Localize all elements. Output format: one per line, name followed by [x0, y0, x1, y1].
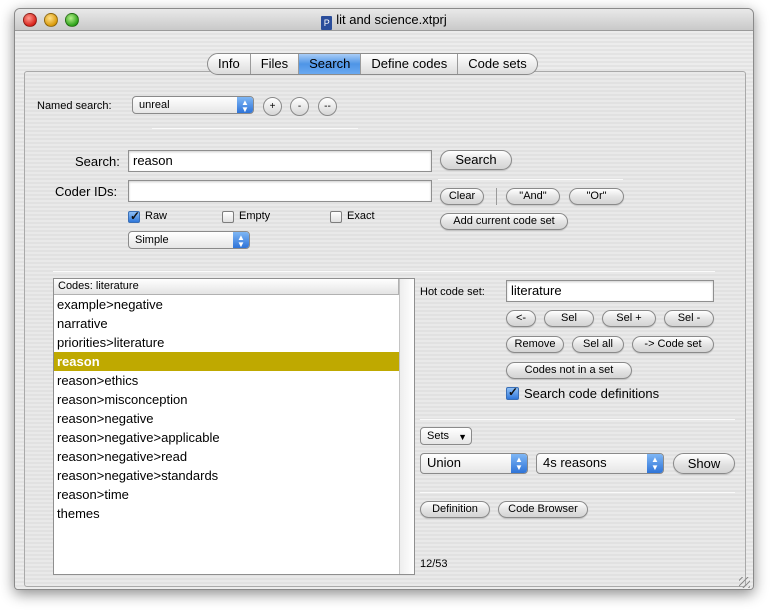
window-title: lit and science.xtprj — [336, 12, 447, 27]
list-item[interactable]: reason>negative>applicable — [54, 428, 399, 447]
window-title-area: Plit and science.xtprj — [15, 12, 753, 30]
popup-arrows-icon: ▲ ▼ — [237, 97, 253, 114]
to-code-set-button[interactable]: -> Code set — [632, 336, 714, 353]
exact-checkbox[interactable] — [330, 211, 342, 223]
clear-named-search-button[interactable]: -- — [318, 97, 337, 116]
remove-named-search-button[interactable]: - — [290, 97, 309, 116]
tab-bar: Info Files Search Define codes Code sets — [207, 53, 538, 75]
list-item[interactable]: reason — [54, 352, 399, 371]
list-item[interactable]: priorities>literature — [54, 333, 399, 352]
named-search-value: unreal — [139, 99, 170, 111]
clear-button[interactable]: Clear — [440, 188, 484, 205]
and-button[interactable]: "And" — [506, 188, 560, 205]
back-button[interactable]: <- — [506, 310, 536, 327]
remove-button[interactable]: Remove — [506, 336, 564, 353]
list-item[interactable]: reason>misconception — [54, 390, 399, 409]
resize-grip-icon[interactable] — [739, 577, 750, 588]
popup-arrows-icon: ▲ ▼ — [233, 232, 249, 249]
divider — [420, 419, 735, 420]
codes-count: 12/53 — [420, 558, 448, 570]
list-item[interactable]: reason>negative — [54, 409, 399, 428]
coder-ids-label: Coder IDs: — [55, 184, 118, 199]
definition-button[interactable]: Definition — [420, 501, 490, 518]
divider — [496, 188, 497, 205]
title-bar: Plit and science.xtprj — [15, 9, 753, 31]
tab-files[interactable]: Files — [251, 54, 300, 74]
code-browser-button[interactable]: Code Browser — [498, 501, 588, 518]
tab-pane: Named search: unreal ▲ ▼ + - -- Search: r… — [24, 71, 746, 587]
list-item[interactable]: reason>negative>read — [54, 447, 399, 466]
divider — [420, 492, 735, 493]
search-mode-popup[interactable]: Simple ▲ ▼ — [128, 231, 250, 249]
empty-label: Empty — [239, 210, 271, 222]
sel-minus-button[interactable]: Sel - — [664, 310, 714, 327]
search-mode-value: Simple — [135, 234, 169, 246]
coder-ids-input[interactable] — [128, 180, 432, 202]
sel-button[interactable]: Sel — [544, 310, 594, 327]
or-button[interactable]: "Or" — [569, 188, 624, 205]
hot-code-set-input[interactable]: literature — [506, 280, 714, 302]
popup-arrows-icon: ▲ ▼ — [511, 454, 527, 473]
raw-checkbox[interactable] — [128, 209, 140, 223]
list-item[interactable]: example>negative — [54, 295, 399, 314]
named-search-label: Named search: — [37, 100, 112, 112]
popup-arrows-icon: ▲ ▼ — [647, 454, 663, 473]
search-label: Search: — [75, 154, 120, 169]
tab-code-sets[interactable]: Code sets — [458, 54, 537, 74]
tab-info[interactable]: Info — [208, 54, 251, 74]
tab-define-codes[interactable]: Define codes — [361, 54, 459, 74]
set-operation-value: Union — [427, 455, 461, 470]
window-content: Named search: unreal ▲ ▼ + - -- Search: r… — [15, 31, 753, 589]
code-set-value: 4s reasons — [543, 455, 607, 470]
list-item[interactable]: reason>time — [54, 485, 399, 504]
sets-menu[interactable]: Sets ▼ — [420, 427, 472, 445]
codes-list[interactable]: Codes: literature example>negative narrat… — [53, 278, 415, 575]
codes-list-header[interactable]: Codes: literature — [54, 279, 399, 295]
empty-checkbox[interactable] — [222, 211, 234, 223]
code-set-popup[interactable]: 4s reasons ▲ ▼ — [536, 453, 664, 474]
hot-code-set-label: Hot code set: — [420, 286, 485, 298]
list-item[interactable]: reason>ethics — [54, 371, 399, 390]
tab-search[interactable]: Search — [299, 54, 362, 74]
sel-all-button[interactable]: Sel all — [572, 336, 624, 353]
add-named-search-button[interactable]: + — [263, 97, 282, 116]
add-current-code-set-button[interactable]: Add current code set — [440, 213, 568, 230]
search-input[interactable]: reason — [128, 150, 432, 172]
named-search-popup[interactable]: unreal ▲ ▼ — [132, 96, 254, 114]
search-button[interactable]: Search — [440, 150, 512, 170]
show-button[interactable]: Show — [673, 453, 735, 474]
document-icon: P — [321, 16, 333, 30]
vertical-scrollbar[interactable] — [399, 279, 414, 574]
set-operation-popup[interactable]: Union ▲ ▼ — [420, 453, 528, 474]
list-item[interactable]: themes — [54, 504, 399, 523]
sel-plus-button[interactable]: Sel + — [602, 310, 656, 327]
divider — [438, 179, 623, 180]
exact-label: Exact — [347, 210, 375, 222]
codes-not-in-set-button[interactable]: Codes not in a set — [506, 362, 632, 379]
search-code-definitions-label: Search code definitions — [524, 386, 660, 401]
app-window: Plit and science.xtprj Named search: unr… — [14, 8, 754, 590]
list-item[interactable]: narrative — [54, 314, 399, 333]
sets-menu-label: Sets — [427, 430, 450, 442]
codes-list-body: example>negative narrative priorities>lite… — [54, 295, 414, 523]
search-code-definitions-checkbox[interactable] — [506, 385, 519, 400]
triangle-down-icon: ▼ — [458, 432, 467, 442]
divider — [152, 128, 358, 129]
divider — [53, 271, 715, 272]
raw-label: Raw — [145, 210, 168, 222]
list-item[interactable]: reason>negative>standards — [54, 466, 399, 485]
